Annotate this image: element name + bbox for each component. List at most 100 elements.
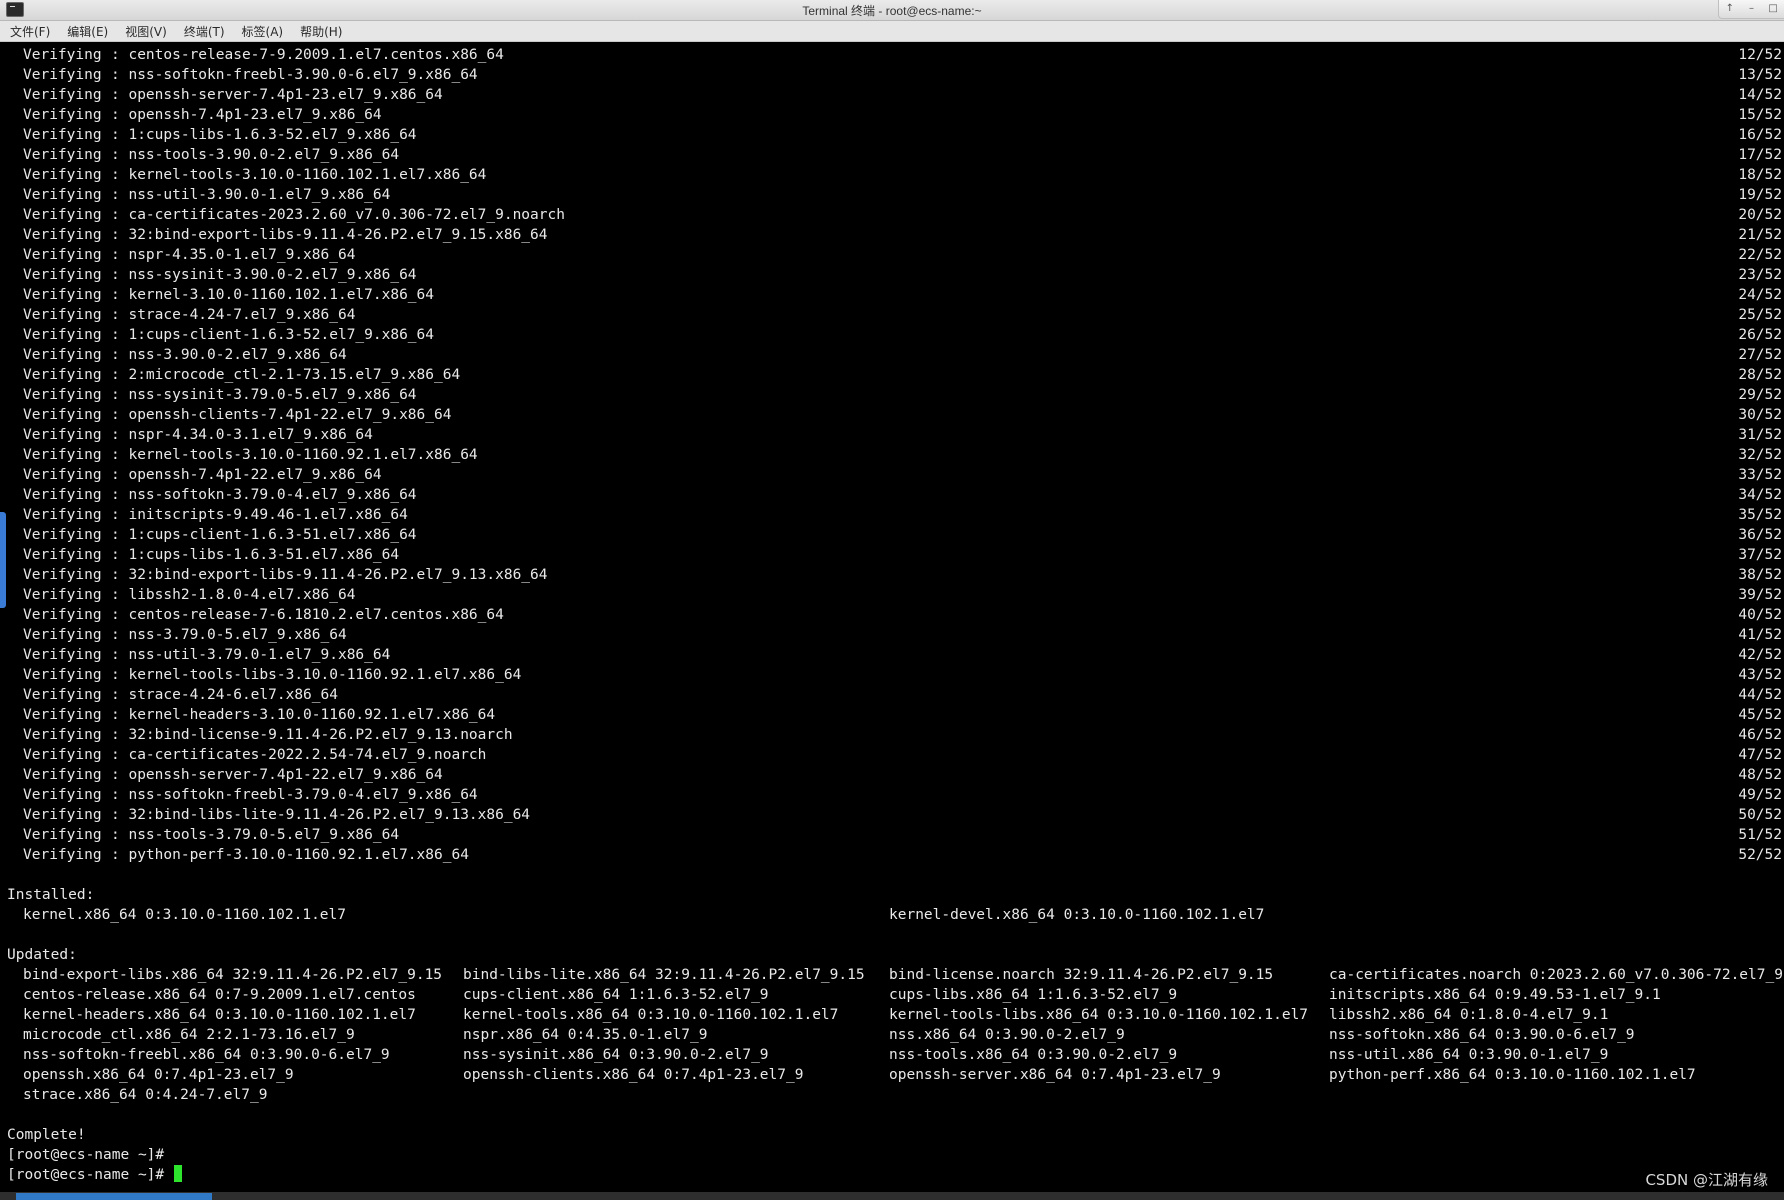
menu-tabs[interactable]: 标签(A): [240, 23, 286, 40]
verify-status: Verifying: [23, 47, 102, 63]
updated-package: bind-license.noarch 32:9.11.4-26.P2.el7_…: [889, 967, 1274, 983]
watermark: CSDN @江湖有缘: [1645, 1171, 1768, 1189]
side-dock-handle[interactable]: [0, 512, 6, 608]
updated-package: strace.x86_64 0:4.24-7.el7_9: [23, 1087, 268, 1103]
bottom-scrollbar-track[interactable]: [0, 1192, 1784, 1200]
verify-status: Verifying: [23, 287, 102, 303]
verify-status: Verifying: [23, 647, 102, 663]
verify-package: : nss-3.79.0-5.el7_9.x86_64: [111, 627, 347, 643]
updated-package: centos-release.x86_64 0:7-9.2009.1.el7.c…: [23, 987, 416, 1003]
verify-status: Verifying: [23, 127, 102, 143]
verify-progress-count: 29/52: [1738, 387, 1782, 403]
verify-package: : 32:bind-export-libs-9.11.4-26.P2.el7_9…: [111, 567, 548, 583]
verify-package: : 1:cups-client-1.6.3-52.el7_9.x86_64: [111, 327, 435, 343]
verify-progress-count: 37/52: [1738, 547, 1782, 563]
terminal-window: Terminal 终端 - root@ecs-name:~ ↑ – □ 文件(F…: [0, 0, 1784, 1200]
verify-progress-count: 31/52: [1738, 427, 1782, 443]
verify-package: : 2:microcode_ctl-2.1-73.15.el7_9.x86_64: [111, 367, 461, 383]
verify-status: Verifying: [23, 427, 102, 443]
updated-package: libssh2.x86_64 0:1.8.0-4.el7_9.1: [1329, 1007, 1609, 1023]
verify-package: : openssh-7.4p1-23.el7_9.x86_64: [111, 107, 382, 123]
verify-status: Verifying: [23, 627, 102, 643]
verify-progress-count: 43/52: [1738, 667, 1782, 683]
verify-progress-count: 23/52: [1738, 267, 1782, 283]
verify-status: Verifying: [23, 727, 102, 743]
verify-package: : strace-4.24-7.el7_9.x86_64: [111, 307, 356, 323]
terminal-output[interactable]: Verifying : centos-release-7-9.2009.1.el7…: [7, 45, 1784, 1191]
verify-package: : ca-certificates-2023.2.60_v7.0.306-72.…: [111, 207, 565, 223]
verify-progress-count: 50/52: [1738, 807, 1782, 823]
verify-progress-count: 39/52: [1738, 587, 1782, 603]
verify-package: : nss-softokn-freebl-3.79.0-4.el7_9.x86_…: [111, 787, 478, 803]
minimize-icon[interactable]: –: [1744, 2, 1758, 16]
verify-progress-count: 30/52: [1738, 407, 1782, 423]
menu-terminal[interactable]: 终端(T): [182, 23, 227, 40]
verify-progress-count: 18/52: [1738, 167, 1782, 183]
verify-package: : 1:cups-libs-1.6.3-52.el7_9.x86_64: [111, 127, 417, 143]
verify-package: : 32:bind-export-libs-9.11.4-26.P2.el7_9…: [111, 227, 548, 243]
verify-status: Verifying: [23, 747, 102, 763]
verify-package: : nspr-4.35.0-1.el7_9.x86_64: [111, 247, 356, 263]
installed-header: Installed:: [7, 887, 95, 903]
verify-package: : nss-softokn-freebl-3.90.0-6.el7_9.x86_…: [111, 67, 478, 83]
verify-status: Verifying: [23, 527, 102, 543]
verify-status: Verifying: [23, 467, 102, 483]
updated-package: microcode_ctl.x86_64 2:2.1-73.16.el7_9: [23, 1027, 355, 1043]
updated-package: nspr.x86_64 0:4.35.0-1.el7_9: [463, 1027, 708, 1043]
verify-status: Verifying: [23, 447, 102, 463]
verify-progress-count: 12/52: [1738, 47, 1782, 63]
updated-package: nss-tools.x86_64 0:3.90.0-2.el7_9: [889, 1047, 1178, 1063]
verify-progress-count: 33/52: [1738, 467, 1782, 483]
maximize-icon[interactable]: □: [1766, 2, 1780, 16]
window-controls: ↑ – □: [1718, 0, 1784, 19]
verify-progress-count: 27/52: [1738, 347, 1782, 363]
verify-package: : 1:cups-client-1.6.3-51.el7.x86_64: [111, 527, 417, 543]
updated-package: openssh-clients.x86_64 0:7.4p1-23.el7_9: [463, 1067, 804, 1083]
window-title: Terminal 终端 - root@ecs-name:~: [802, 4, 982, 18]
verify-package: : nss-sysinit-3.79.0-5.el7_9.x86_64: [111, 387, 417, 403]
updated-package: nss-softokn.x86_64 0:3.90.0-6.el7_9: [1329, 1027, 1635, 1043]
verify-package: : openssh-server-7.4p1-23.el7_9.x86_64: [111, 87, 443, 103]
verify-package: : centos-release-7-6.1810.2.el7.centos.x…: [111, 607, 504, 623]
verify-package: : nss-util-3.90.0-1.el7_9.x86_64: [111, 187, 391, 203]
title-bar[interactable]: Terminal 终端 - root@ecs-name:~ ↑ – □: [0, 0, 1784, 21]
updated-package: bind-export-libs.x86_64 32:9.11.4-26.P2.…: [23, 967, 443, 983]
verify-status: Verifying: [23, 107, 102, 123]
verify-status: Verifying: [23, 347, 102, 363]
verify-progress-count: 48/52: [1738, 767, 1782, 783]
verify-package: : kernel-headers-3.10.0-1160.92.1.el7.x8…: [111, 707, 496, 723]
verify-progress-count: 47/52: [1738, 747, 1782, 763]
verify-package: : centos-release-7-9.2009.1.el7.centos.x…: [111, 47, 504, 63]
verify-package: : libssh2-1.8.0-4.el7.x86_64: [111, 587, 356, 603]
verify-progress-count: 40/52: [1738, 607, 1782, 623]
menu-help[interactable]: 帮助(H): [298, 23, 344, 40]
installed-package: kernel-devel.x86_64 0:3.10.0-1160.102.1.…: [889, 907, 1265, 923]
bottom-scrollbar-thumb[interactable]: [16, 1193, 212, 1200]
up-icon[interactable]: ↑: [1723, 2, 1737, 16]
updated-package: nss-softokn-freebl.x86_64 0:3.90.0-6.el7…: [23, 1047, 390, 1063]
menu-file[interactable]: 文件(F): [8, 23, 52, 40]
verify-package: : nss-sysinit-3.90.0-2.el7_9.x86_64: [111, 267, 417, 283]
verify-status: Verifying: [23, 147, 102, 163]
verify-status: Verifying: [23, 827, 102, 843]
updated-package: cups-libs.x86_64 1:1.6.3-52.el7_9: [889, 987, 1178, 1003]
updated-package: kernel-tools-libs.x86_64 0:3.10.0-1160.1…: [889, 1007, 1309, 1023]
verify-status: Verifying: [23, 587, 102, 603]
menu-view[interactable]: 视图(V): [123, 23, 169, 40]
menu-edit[interactable]: 编辑(E): [65, 23, 110, 40]
verify-status: Verifying: [23, 687, 102, 703]
verify-status: Verifying: [23, 567, 102, 583]
verify-status: Verifying: [23, 207, 102, 223]
updated-package: kernel-headers.x86_64 0:3.10.0-1160.102.…: [23, 1007, 416, 1023]
updated-package: nss-sysinit.x86_64 0:3.90.0-2.el7_9: [463, 1047, 769, 1063]
verify-status: Verifying: [23, 307, 102, 323]
verify-progress-count: 28/52: [1738, 367, 1782, 383]
verify-status: Verifying: [23, 367, 102, 383]
verify-status: Verifying: [23, 167, 102, 183]
active-prompt-line[interactable]: [root@ecs-name ~]#: [7, 1165, 182, 1185]
verify-progress-count: 21/52: [1738, 227, 1782, 243]
verify-progress-count: 45/52: [1738, 707, 1782, 723]
verify-progress-count: 51/52: [1738, 827, 1782, 843]
verify-status: Verifying: [23, 67, 102, 83]
verify-progress-count: 19/52: [1738, 187, 1782, 203]
